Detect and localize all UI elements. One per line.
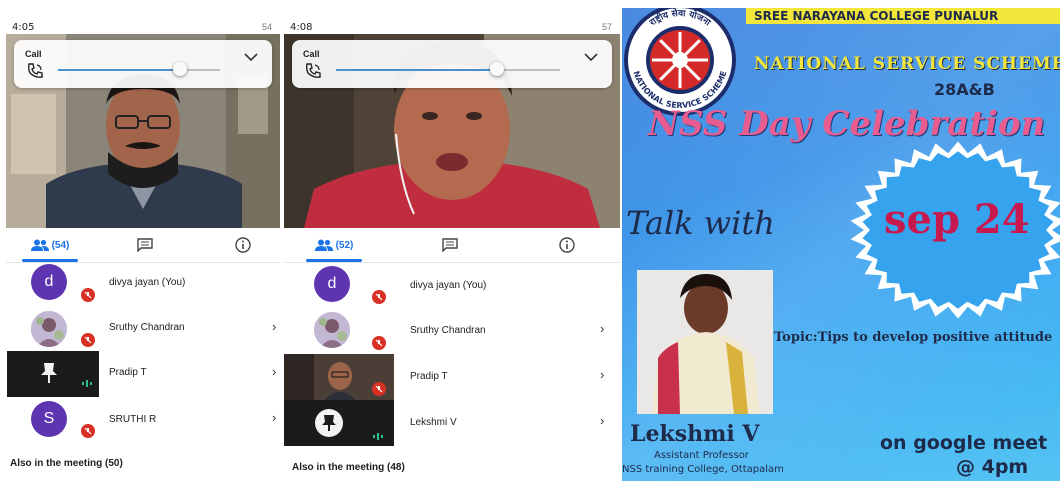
- chevron-down-icon[interactable]: [584, 52, 598, 62]
- speaker-video: Call: [284, 34, 620, 228]
- participant-name: Sruthy Chandran: [109, 322, 185, 333]
- mic-off-icon: [372, 290, 386, 304]
- volume-slider[interactable]: [58, 62, 220, 76]
- audio-level-icon: [373, 433, 383, 440]
- speaker-designation: Assistant Professor: [654, 450, 749, 461]
- chevron-right-icon[interactable]: ›: [600, 367, 604, 382]
- mic-off-icon: [372, 336, 386, 350]
- chevron-right-icon[interactable]: ›: [600, 321, 604, 336]
- info-icon: [559, 237, 575, 253]
- college-name: SREE NARAYANA COLLEGE PUNALUR: [754, 9, 999, 23]
- audio-level-icon: [82, 380, 92, 387]
- call-volume-bar[interactable]: Call: [292, 40, 612, 88]
- avatar: [31, 311, 67, 347]
- people-icon: [30, 239, 49, 251]
- call-volume-bar[interactable]: Call: [14, 40, 272, 88]
- meeting-tabs: (52): [284, 228, 620, 263]
- phone-screenshot-1: 4:05 54 Call (54) d divya jayan (You) Sr…: [6, 0, 280, 481]
- mic-off-icon: [81, 333, 95, 347]
- volume-slider-fill: [58, 69, 180, 71]
- status-bar: 4:05 54: [6, 0, 280, 34]
- participant-name: Lekshmi V: [410, 417, 457, 428]
- phone-screenshot-2: 4:08 57 Call (52) d divya jayan (You) Sr…: [284, 0, 620, 481]
- speaker-photo: [637, 270, 773, 414]
- avatar: d: [314, 266, 350, 302]
- event-time: @ 4pm: [956, 456, 1029, 478]
- volume-slider[interactable]: [336, 62, 560, 76]
- participants-count: (52): [335, 239, 354, 251]
- phone-icon: [305, 63, 321, 78]
- participant-name: divya jayan (You): [410, 280, 487, 291]
- participant-name: SRUTHI R: [109, 414, 157, 425]
- avatar: S: [31, 401, 67, 437]
- chevron-right-icon[interactable]: ›: [272, 319, 276, 334]
- meeting-platform: on google meet: [880, 432, 1048, 454]
- status-time: 4:05: [12, 22, 35, 33]
- participant-name: divya jayan (You): [109, 277, 186, 288]
- scheme-name: NATIONAL SERVICE SCHEME: [754, 54, 1060, 74]
- poster-artwork: राष्ट्रीय सेवा योजना NATIONAL SERVICE SC…: [622, 8, 1060, 481]
- participant-row[interactable]: Pradip T ›: [6, 351, 280, 397]
- event-title: NSS Day Celebration: [648, 104, 1046, 144]
- nss-logo: राष्ट्रीय सेवा योजना NATIONAL SERVICE SC…: [624, 8, 736, 116]
- avatar: [314, 312, 350, 348]
- mic-off-icon: [81, 288, 95, 302]
- phone-icon: [27, 63, 43, 78]
- participant-row[interactable]: Sruthy Chandran ›: [284, 308, 620, 354]
- call-label: Call: [25, 49, 42, 59]
- avatar: d: [31, 264, 67, 300]
- talk-with-label: Talk with: [626, 204, 775, 242]
- speaker-name: Lekshmi V: [630, 421, 760, 447]
- people-icon: [314, 239, 333, 251]
- call-label: Call: [303, 49, 320, 59]
- unit-numbers: 28A&B: [934, 80, 995, 99]
- also-in-meeting-heading: Also in the meeting (48): [292, 462, 405, 473]
- tab-people[interactable]: (54): [20, 234, 80, 256]
- chat-icon: [137, 238, 153, 252]
- participant-name: Pradip T: [109, 367, 147, 378]
- participant-row[interactable]: d divya jayan (You): [284, 262, 620, 308]
- participant-row[interactable]: Sruthy Chandran ›: [6, 305, 280, 351]
- participant-video-tile: [7, 351, 99, 397]
- volume-slider-thumb[interactable]: [490, 62, 505, 76]
- participant-row[interactable]: S SRUTHI R ›: [6, 397, 280, 443]
- participant-name: Pradip T: [410, 371, 448, 382]
- battery-level: 57: [601, 22, 612, 32]
- volume-slider-fill: [336, 69, 498, 71]
- battery-level: 54: [261, 22, 272, 32]
- info-icon: [235, 237, 251, 253]
- talk-topic: Topic:Tips to develop positive attitude: [774, 330, 1053, 345]
- status-time: 4:08: [290, 22, 313, 33]
- event-poster: राष्ट्रीय सेवा योजना NATIONAL SERVICE SC…: [622, 8, 1060, 481]
- tab-chat[interactable]: [130, 234, 160, 256]
- mic-off-icon: [372, 382, 386, 396]
- chat-icon: [442, 238, 458, 252]
- participant-row[interactable]: Lekshmi V ›: [284, 400, 620, 446]
- speaker-video: Call: [6, 34, 280, 228]
- participant-row[interactable]: Pradip T ›: [284, 354, 620, 400]
- tab-info[interactable]: [552, 234, 582, 256]
- chevron-right-icon[interactable]: ›: [600, 413, 604, 428]
- chevron-down-icon[interactable]: [244, 52, 258, 62]
- status-bar: 4:08 57: [284, 0, 620, 34]
- volume-slider-thumb[interactable]: [172, 62, 187, 76]
- mic-off-icon: [81, 424, 95, 438]
- chevron-right-icon[interactable]: ›: [272, 364, 276, 379]
- tab-chat[interactable]: [435, 234, 465, 256]
- pin-icon: [7, 351, 99, 397]
- event-date: sep 24: [884, 196, 1030, 243]
- also-in-meeting-heading: Also in the meeting (50): [10, 458, 123, 469]
- speaker-institution: NSS training College, Ottapalam: [622, 464, 784, 475]
- participant-name: Sruthy Chandran: [410, 325, 486, 336]
- tab-people[interactable]: (52): [304, 234, 364, 256]
- participant-row[interactable]: d divya jayan (You): [6, 258, 280, 304]
- tab-info[interactable]: [228, 234, 258, 256]
- chevron-right-icon[interactable]: ›: [272, 410, 276, 425]
- participants-count: (54): [51, 239, 70, 251]
